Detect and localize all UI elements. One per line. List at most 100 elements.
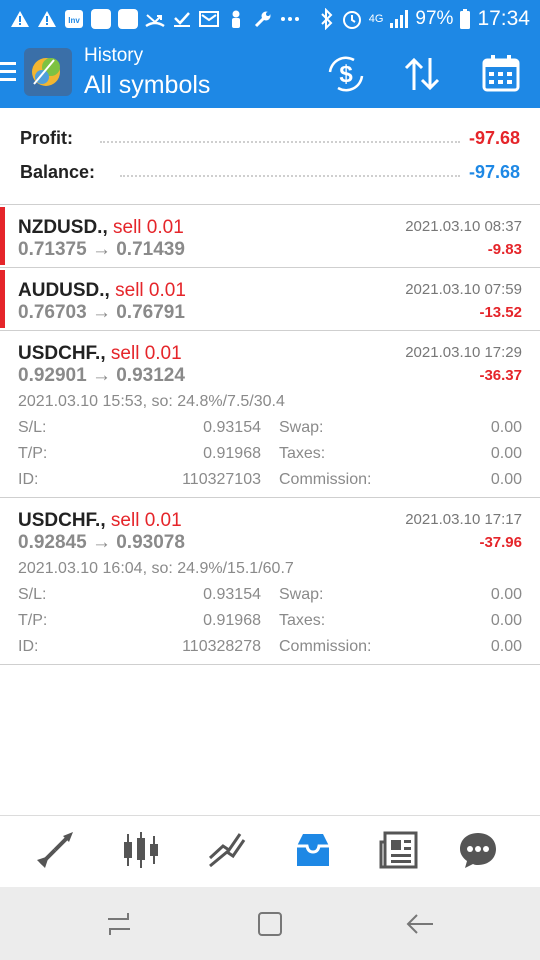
trade-prices: 0.76703 → 0.76791 — [18, 302, 185, 323]
swap-label: Swap: — [279, 586, 324, 603]
taxes-label: Taxes: — [279, 445, 326, 462]
calendar-icon[interactable] — [479, 52, 523, 96]
history-icon[interactable] — [293, 830, 333, 870]
tp-value: 0.91968 — [203, 445, 261, 462]
profit-row: Profit: -97.68 — [20, 128, 520, 154]
clock: 17:34 — [477, 7, 530, 30]
svg-text:$: $ — [339, 61, 353, 88]
svg-text:Inv: Inv — [68, 16, 80, 25]
id-label: ID: — [18, 471, 39, 488]
trade-symbol: USDCHF., sell 0.01 — [18, 343, 182, 364]
trade-symbol: AUDUSD., sell 0.01 — [18, 280, 186, 301]
trade-time: 2021.03.10 17:17 — [405, 511, 522, 528]
trade-side: sell 0.01 — [115, 280, 186, 301]
sl-label: S/L: — [18, 419, 47, 436]
trade-time: 2021.03.10 17:29 — [405, 344, 522, 361]
menu-icon[interactable] — [0, 62, 16, 84]
news-icon[interactable] — [379, 830, 419, 870]
commission-label: Commission: — [279, 638, 372, 655]
network-type: 4G — [368, 13, 384, 25]
id-label: ID: — [18, 638, 39, 655]
signal-icon — [390, 10, 409, 28]
tp-value: 0.91968 — [203, 612, 261, 629]
app-notification-icon — [118, 9, 138, 29]
missed-call-icon — [145, 14, 165, 28]
battery-icon — [460, 9, 471, 29]
more-icon — [281, 17, 299, 21]
sl-value: 0.93154 — [203, 586, 261, 603]
id-value: 110327103 — [182, 471, 261, 488]
system-status: 4G 97% 17:34 — [319, 6, 530, 32]
battery-percent: 97% — [415, 8, 454, 29]
app-header: History All symbols $ — [0, 38, 540, 108]
leader-dots — [100, 141, 460, 145]
trade-icon[interactable] — [207, 830, 247, 870]
trade-prices: 0.92901 → 0.93124 — [18, 365, 185, 386]
trade-prices: 0.71375 → 0.71439 — [18, 239, 185, 260]
swap-label: Swap: — [279, 419, 324, 436]
figure-icon — [232, 10, 240, 28]
trade-time: 2021.03.10 07:59 — [405, 281, 522, 298]
commission-value: 0.00 — [490, 638, 522, 655]
app-logo[interactable] — [24, 48, 72, 96]
trade-prices: 0.92845 → 0.93078 — [18, 532, 185, 553]
tp-label: T/P: — [18, 612, 48, 629]
sl-value: 0.93154 — [203, 419, 261, 436]
balance-label: Balance: — [20, 162, 96, 182]
alarm-icon — [342, 11, 361, 29]
loss-indicator — [0, 270, 5, 328]
trade-row-expanded[interactable]: USDCHF., sell 0.01 2021.03.10 17:17 0.92… — [0, 498, 540, 665]
quotes-icon[interactable] — [35, 830, 75, 870]
warning-icon — [11, 11, 29, 27]
back-icon[interactable] — [405, 909, 435, 939]
home-icon[interactable] — [255, 909, 285, 939]
chat-icon[interactable] — [458, 830, 498, 870]
sl-label: S/L: — [18, 586, 47, 603]
trade-open-info: 2021.03.10 16:04, so: 24.9%/15.1/60.7 — [18, 560, 294, 577]
trade-profit: -37.96 — [479, 534, 522, 551]
id-value: 110328278 — [182, 638, 261, 655]
bluetooth-icon — [321, 8, 333, 30]
commission-value: 0.00 — [490, 471, 522, 488]
swap-value: 0.00 — [490, 419, 522, 436]
app-notification-icon: Inv — [65, 10, 83, 28]
trade-symbol: NZDUSD., sell 0.01 — [18, 217, 184, 238]
trade-row[interactable]: AUDUSD., sell 0.01 2021.03.10 07:59 0.76… — [0, 268, 540, 331]
trade-time: 2021.03.10 08:37 — [405, 218, 522, 235]
trade-side: sell 0.01 — [110, 343, 182, 364]
bottom-navigation — [0, 815, 540, 888]
chart-icon[interactable] — [121, 830, 161, 870]
trade-profit: -9.83 — [487, 241, 522, 258]
leader-dots — [120, 175, 460, 179]
profit-label: Profit: — [20, 128, 73, 148]
taxes-label: Taxes: — [279, 612, 326, 629]
notification-icons: Inv — [10, 8, 300, 30]
app-notification-icon — [91, 9, 111, 29]
page-title: History — [84, 45, 144, 66]
trade-profit: -13.52 — [479, 304, 522, 321]
balance-row: Balance: -97.68 — [20, 162, 520, 188]
sort-icon[interactable] — [400, 52, 444, 96]
system-navigation-bar — [0, 887, 540, 960]
recent-apps-icon[interactable] — [104, 909, 134, 939]
trade-symbol: USDCHF., sell 0.01 — [18, 510, 182, 531]
status-bar: Inv 4G 97% 17:34 — [0, 0, 540, 38]
mail-icon — [199, 11, 219, 27]
profit-value: -97.68 — [468, 128, 520, 148]
trade-profit: -36.37 — [479, 367, 522, 384]
trade-row[interactable]: NZDUSD., sell 0.01 2021.03.10 08:37 0.71… — [0, 205, 540, 268]
swap-value: 0.00 — [490, 586, 522, 603]
account-summary: Profit: -97.68 Balance: -97.68 — [0, 108, 540, 205]
trade-row-expanded[interactable]: USDCHF., sell 0.01 2021.03.10 17:29 0.92… — [0, 331, 540, 498]
loss-indicator — [0, 207, 5, 265]
balance-value: -97.68 — [468, 162, 520, 182]
symbol-filter[interactable]: All symbols — [84, 71, 210, 100]
trade-side: sell 0.01 — [110, 510, 182, 531]
commission-label: Commission: — [279, 471, 372, 488]
tp-label: T/P: — [18, 445, 48, 462]
check-icon — [174, 12, 190, 27]
trade-open-info: 2021.03.10 15:53, so: 24.8%/7.5/30.4 — [18, 393, 285, 410]
symbol-filter-icon[interactable]: $ — [324, 52, 368, 96]
taxes-value: 0.00 — [490, 445, 522, 462]
taxes-value: 0.00 — [490, 612, 522, 629]
